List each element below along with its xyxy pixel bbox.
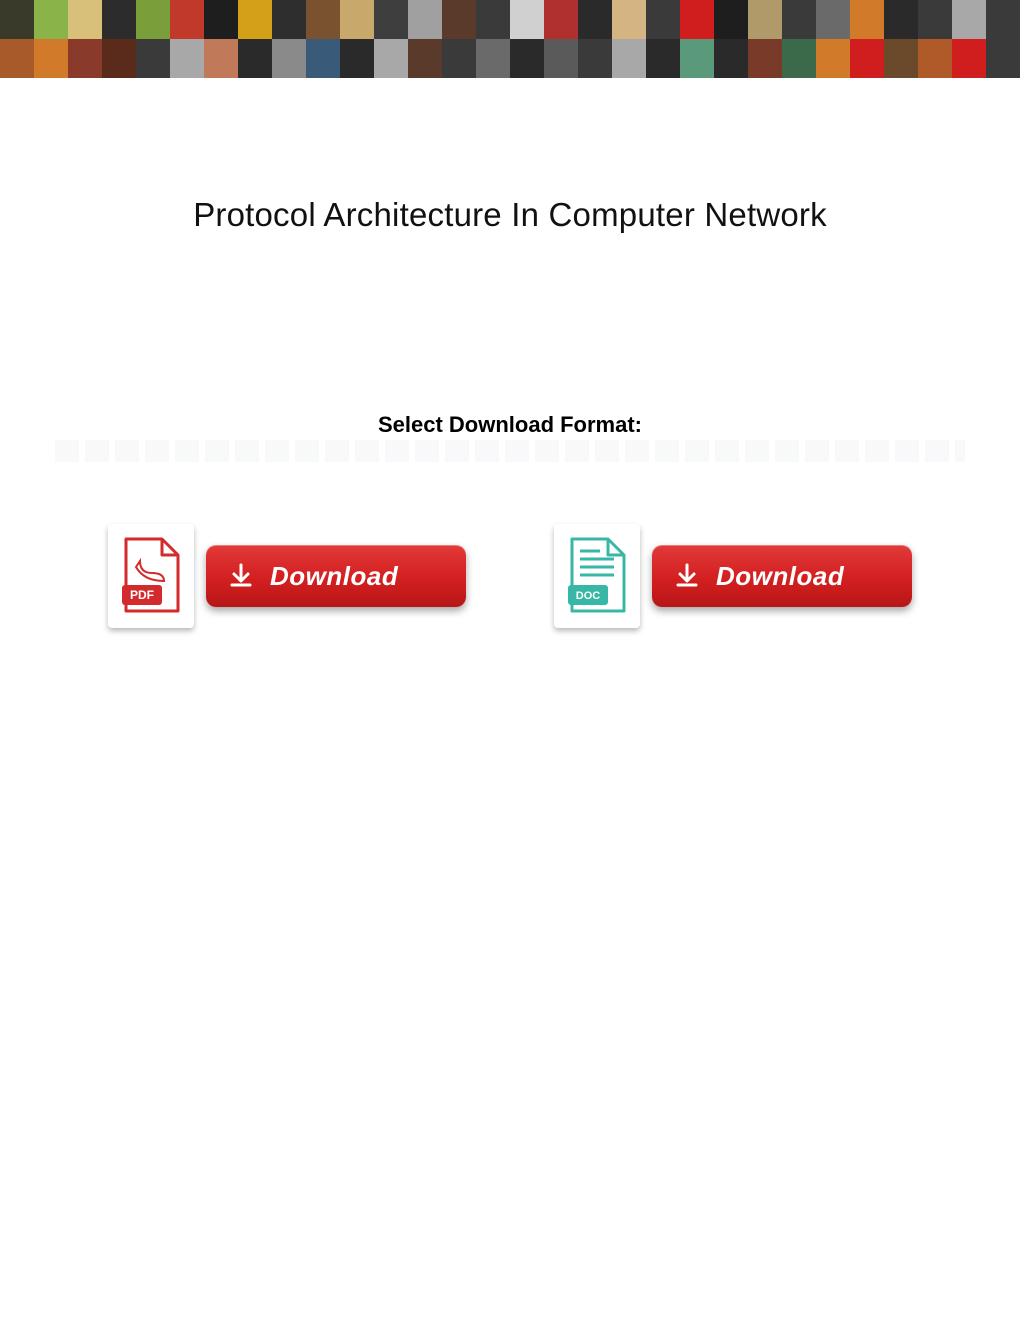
banner-tile xyxy=(748,0,782,39)
page-content: Protocol Architecture In Computer Networ… xyxy=(0,196,1020,628)
banner-tile xyxy=(714,0,748,39)
download-arrow-icon xyxy=(674,563,700,589)
banner-tile xyxy=(374,0,408,39)
banner-tile xyxy=(442,0,476,39)
banner-collage xyxy=(0,0,1020,78)
banner-tile xyxy=(34,0,68,39)
banner-tile xyxy=(986,39,1020,78)
banner-tile xyxy=(510,39,544,78)
banner-tile xyxy=(170,39,204,78)
banner-tile xyxy=(646,0,680,39)
banner-tile xyxy=(204,39,238,78)
banner-tile xyxy=(306,39,340,78)
banner-tile xyxy=(34,39,68,78)
download-pdf-label: Download xyxy=(270,561,398,592)
banner-tile xyxy=(748,39,782,78)
banner-tile xyxy=(680,0,714,39)
banner-tile xyxy=(0,39,34,78)
banner-tile xyxy=(204,0,238,39)
banner-tile xyxy=(952,0,986,39)
banner-tile xyxy=(544,0,578,39)
banner-tile xyxy=(714,39,748,78)
banner-tile xyxy=(816,0,850,39)
download-arrow-icon xyxy=(228,563,254,589)
banner-tile xyxy=(170,0,204,39)
banner-tile xyxy=(102,39,136,78)
banner-tile xyxy=(476,39,510,78)
banner-tile xyxy=(850,39,884,78)
download-pdf-button[interactable]: Download xyxy=(206,545,466,607)
banner-tile xyxy=(340,0,374,39)
banner-tile xyxy=(918,39,952,78)
banner-tile xyxy=(782,39,816,78)
banner-tile xyxy=(102,0,136,39)
banner-tile xyxy=(680,39,714,78)
banner-tile xyxy=(578,39,612,78)
download-option-pdf: PDF Download xyxy=(108,524,466,628)
banner-tile xyxy=(238,0,272,39)
page-title: Protocol Architecture In Computer Networ… xyxy=(40,196,980,234)
banner-tile xyxy=(68,39,102,78)
doc-file-icon: DOC xyxy=(554,524,640,628)
banner-tile xyxy=(952,39,986,78)
banner-tile xyxy=(272,0,306,39)
banner-tile xyxy=(476,0,510,39)
pdf-file-icon: PDF xyxy=(108,524,194,628)
banner-tile xyxy=(272,39,306,78)
banner-tile xyxy=(918,0,952,39)
ghost-thumbnail-row xyxy=(55,440,965,462)
banner-tile xyxy=(884,0,918,39)
banner-tile xyxy=(646,39,680,78)
download-option-doc: DOC Download xyxy=(554,524,912,628)
banner-tile xyxy=(442,39,476,78)
banner-tile xyxy=(986,0,1020,39)
download-row: PDF Download xyxy=(40,524,980,628)
banner-tile xyxy=(136,0,170,39)
banner-tile xyxy=(408,0,442,39)
banner-tile xyxy=(816,39,850,78)
banner-tile xyxy=(306,0,340,39)
banner-tile xyxy=(238,39,272,78)
banner-tile xyxy=(544,39,578,78)
doc-badge-label: DOC xyxy=(576,590,601,602)
banner-tile xyxy=(68,0,102,39)
format-label: Select Download Format: xyxy=(40,412,980,438)
banner-tile xyxy=(510,0,544,39)
banner-tile xyxy=(850,0,884,39)
banner-tile xyxy=(884,39,918,78)
banner-tile xyxy=(408,39,442,78)
banner-tile xyxy=(578,0,612,39)
banner-tile xyxy=(612,0,646,39)
banner-tile xyxy=(374,39,408,78)
download-doc-button[interactable]: Download xyxy=(652,545,912,607)
download-doc-label: Download xyxy=(716,561,844,592)
banner-tile xyxy=(612,39,646,78)
banner-tile xyxy=(782,0,816,39)
banner-tile xyxy=(340,39,374,78)
pdf-badge-label: PDF xyxy=(130,588,154,602)
banner-tile xyxy=(0,0,34,39)
banner-tile xyxy=(136,39,170,78)
